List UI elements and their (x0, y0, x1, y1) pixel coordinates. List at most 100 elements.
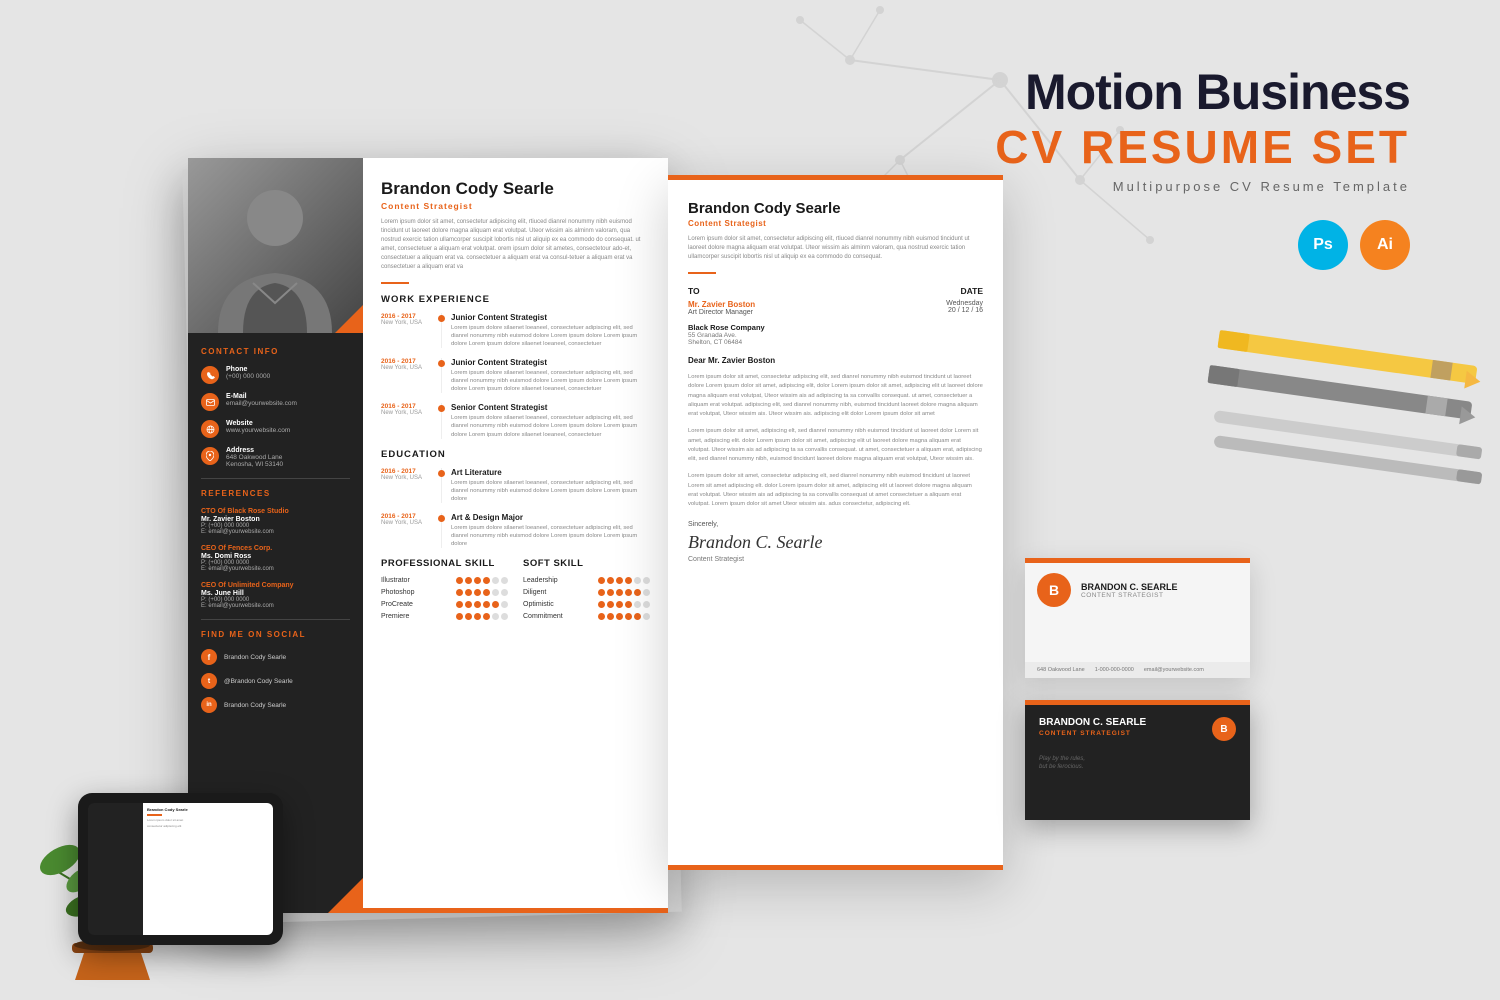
cl-date-day: Wednesday (946, 300, 983, 307)
skill-commitment: Commitment (523, 613, 650, 620)
work-2-location: New York, USA (381, 365, 433, 371)
skill-optimistic-dots (598, 601, 650, 608)
bc1-email: email@yourwebsite.com (1144, 667, 1204, 673)
cl-company-name: Black Rose Company (688, 323, 765, 332)
edu-item-2: 2016 - 2017 New York, USA Art & Design M… (381, 513, 650, 548)
phone-label: Phone (226, 366, 270, 373)
cl-to-date-row: TO Mr. Zavier Boston Art Director Manage… (688, 286, 983, 346)
skill-illustrator: Illustrator (381, 577, 508, 584)
cl-divider (688, 272, 716, 274)
ref-item-2: CEO Of Fences Corp. Ms. Domi Ross P: (+0… (201, 545, 350, 572)
illustrator-icon: Ai (1360, 220, 1410, 270)
bc2-title: CONTENT STRATEGIST (1039, 730, 1236, 737)
work-1-content: Junior Content Strategist Lorem ipsum do… (441, 313, 650, 348)
cl-dear-line: Dear Mr. Zavier Boston (688, 356, 983, 365)
skill-procreate-name: ProCreate (381, 601, 436, 608)
cl-address-line1: 55 Granada Ave. (688, 332, 765, 339)
title-area: Motion Business CV RESUME SET Multipurpo… (995, 65, 1410, 194)
work-experience-heading: WORK EXPERIENCE (381, 294, 650, 305)
work-1-role: Junior Content Strategist (451, 313, 650, 322)
contact-phone-item: Phone (+00) 000 0000 (201, 366, 350, 384)
cl-name: Brandon Cody Searle (688, 200, 983, 217)
ref-2-company: CEO Of Fences Corp. (201, 545, 350, 552)
professional-skills-heading: PROFESSIONAL SKILL (381, 558, 508, 569)
photo-corner-accent (335, 305, 363, 333)
work-2-date-col: 2016 - 2017 New York, USA (381, 358, 433, 393)
contact-email-item: E-Mail email@yourwebsite.com (201, 393, 350, 411)
bc2-circle-initial: B (1212, 717, 1236, 741)
work-3-dot (438, 405, 445, 412)
edu-1-dot (438, 470, 445, 477)
bc1-title: CONTENT STRATEGIST (1081, 592, 1178, 599)
cl-bio: Lorem ipsum dolor sit amet, consectetur … (688, 235, 983, 262)
edu-1-date-col: 2016 - 2017 New York, USA (381, 468, 433, 503)
bc1-circle-initial: B (1037, 573, 1071, 607)
work-3-date: 2016 - 2017 (381, 403, 433, 410)
facebook-name: Brandon Cody Searle (224, 654, 286, 661)
references-section-title: REFERENCES (201, 489, 350, 498)
skill-leadership: Leadership (523, 577, 650, 584)
cl-subtitle: Content Strategist (688, 219, 983, 228)
resume-job-title: Content Strategist (381, 201, 650, 211)
ref-1-name: Mr. Zavier Boston (201, 516, 350, 523)
work-1-date-col: 2016 - 2017 New York, USA (381, 313, 433, 348)
email-icon (201, 393, 219, 411)
work-3-role: Senior Content Strategist (451, 403, 650, 412)
cl-to-label: TO (688, 286, 765, 296)
resume-main-content: Brandon Cody Searle Content Strategist L… (363, 158, 668, 913)
cl-recipient-name: Mr. Zavier Boston (688, 300, 765, 309)
skill-premiere-dots (456, 613, 508, 620)
bc2-tagline: Play by the rules,but be ferocious. (1039, 755, 1236, 772)
professional-skills-col: PROFESSIONAL SKILL Illustrator Photoshop (381, 558, 508, 625)
contact-website-item: Website www.yourwebsite.com (201, 420, 350, 438)
tablet-device: Brandon Cody Searle Lorem ipsum dolor si… (78, 793, 283, 945)
social-section-title: FIND ME ON SOCIAL (201, 630, 350, 639)
work-1-location: New York, USA (381, 320, 433, 326)
ref-3-email: E: email@yourwebsite.com (201, 603, 350, 609)
cover-letter-card: Brandon Cody Searle Content Strategist L… (668, 175, 1003, 870)
title-line3: Multipurpose CV Resume Template (995, 179, 1410, 194)
cl-date-label: DATE (946, 286, 983, 296)
skill-optimistic: Optimistic (523, 601, 650, 608)
soft-skills-heading: SOFT SKILL (523, 558, 650, 569)
edu-1-date: 2016 - 2017 (381, 468, 433, 475)
skill-photoshop-name: Photoshop (381, 589, 436, 596)
bc1-text: BRANDON C. SEARLE CONTENT STRATEGIST (1081, 582, 1178, 599)
skills-row: PROFESSIONAL SKILL Illustrator Photoshop (381, 558, 650, 625)
edu-2-date: 2016 - 2017 (381, 513, 433, 520)
address-line2: Kenosha, WI 53140 (226, 461, 283, 468)
email-label: E-Mail (226, 393, 297, 400)
work-3-location: New York, USA (381, 410, 433, 416)
website-value: www.yourwebsite.com (226, 427, 290, 434)
phone-icon (201, 366, 219, 384)
bc2-inner: B BRANDON C. SEARLE CONTENT STRATEGIST P… (1025, 705, 1250, 784)
ref-1-email: E: email@yourwebsite.com (201, 529, 350, 535)
ref-1-company: CTO Of Black Rose Studio (201, 508, 350, 515)
address-icon (201, 447, 219, 465)
skill-optimistic-name: Optimistic (523, 601, 578, 608)
resume-bio-text: Lorem ipsum dolor sit amet, consectetur … (381, 218, 650, 272)
cl-sig-title: Content Strategist (688, 556, 983, 563)
resume-name: Brandon Cody Searle (381, 180, 650, 199)
cl-body-2: Lorem ipsum dolor sit amet, adipiscing e… (688, 427, 983, 464)
linkedin-name: Brandon Cody Searle (224, 702, 286, 709)
work-2-role: Junior Content Strategist (451, 358, 650, 367)
cl-date-col: DATE Wednesday 20 / 12 / 16 (946, 286, 983, 346)
website-label: Website (226, 420, 290, 427)
bc1-inner: B BRANDON C. SEARLE CONTENT STRATEGIST (1025, 563, 1250, 617)
edu-1-location: New York, USA (381, 475, 433, 481)
contact-address-item: Address 648 Oakwood Lane Kenosha, WI 531… (201, 447, 350, 468)
skill-photoshop-dots (456, 589, 508, 596)
edu-1-role: Art Literature (451, 468, 650, 477)
edu-2-location: New York, USA (381, 520, 433, 526)
skill-illustrator-dots (456, 577, 508, 584)
skill-premiere: Premiere (381, 613, 508, 620)
skill-commitment-dots (598, 613, 650, 620)
work-2-dot (438, 360, 445, 367)
business-card-white: B BRANDON C. SEARLE CONTENT STRATEGIST 6… (1025, 558, 1250, 678)
skill-illustrator-name: Illustrator (381, 577, 436, 584)
ref-2-email: E: email@yourwebsite.com (201, 566, 350, 572)
ref-3-company: CEO Of Unlimited Company (201, 582, 350, 589)
bc1-address: 648 Oakwood Lane (1037, 667, 1085, 673)
resume-divider (381, 282, 409, 284)
